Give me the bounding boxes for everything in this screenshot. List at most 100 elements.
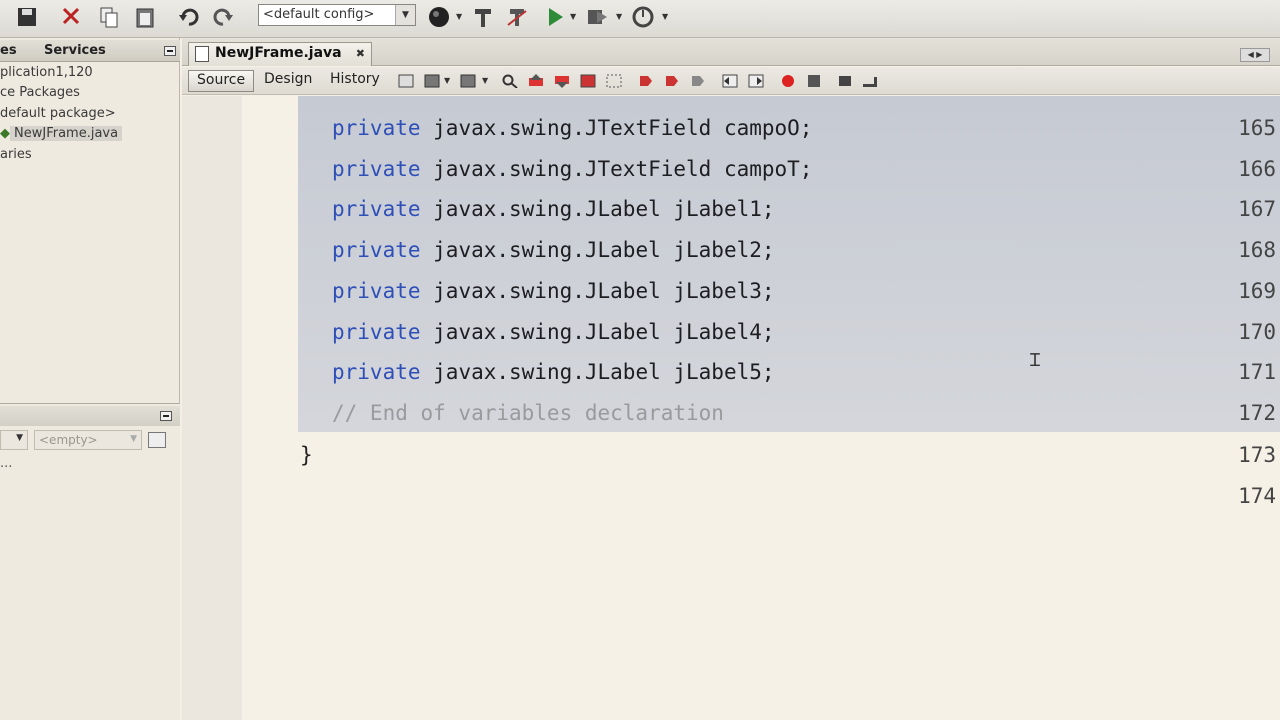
code-text: javax.swing.JLabel jLabel3;: [420, 279, 775, 303]
chevron-down-icon: ▼: [16, 433, 23, 443]
navigator-filter-select[interactable]: <empty> ▼: [34, 430, 142, 450]
toggle-bookmark-icon[interactable]: [690, 74, 706, 88]
line-number-gutter: [182, 96, 242, 720]
code-text: javax.swing.JTextField campoT;: [420, 157, 813, 181]
uncomment-icon[interactable]: [862, 74, 878, 88]
clean-build-icon[interactable]: [504, 4, 530, 30]
cut-icon[interactable]: [58, 4, 84, 30]
java-file-icon: ◆: [0, 126, 10, 141]
keyword: private: [332, 238, 421, 262]
comment-line[interactable]: // End of variables declaration: [332, 401, 724, 425]
forward-icon[interactable]: [460, 74, 476, 88]
line-number: 166: [1238, 157, 1276, 181]
code-line[interactable]: private javax.swing.JLabel jLabel5;: [332, 360, 775, 384]
back-icon[interactable]: [424, 74, 440, 88]
line-number: 172: [1238, 401, 1276, 425]
globe-dropdown-icon[interactable]: ▼: [456, 12, 462, 21]
line-number: 169: [1238, 279, 1276, 303]
tab-source[interactable]: Source: [188, 70, 255, 92]
code-line[interactable]: private javax.swing.JLabel jLabel3;: [332, 279, 775, 303]
projects-panel: es Services plication1,120 ce Packages d…: [0, 38, 180, 720]
main-toolbar: <default config> ▼ ▼ ▼ ▼ ▼: [0, 0, 1280, 38]
code-line[interactable]: private javax.swing.JLabel jLabel1;: [332, 197, 775, 221]
navigator-options-icon[interactable]: [148, 432, 166, 448]
forward-dropdown-icon[interactable]: ▼: [482, 76, 488, 85]
tree-item-default-package[interactable]: default package>: [0, 106, 116, 121]
tree-item-source-packages[interactable]: ce Packages: [0, 85, 80, 100]
panel-tabs: es Services: [0, 40, 180, 62]
code-line[interactable]: private javax.swing.JTextField campoO;: [332, 116, 812, 140]
keyword: private: [332, 360, 421, 384]
profile-dropdown-icon[interactable]: ▼: [662, 12, 668, 21]
navigator-view-select[interactable]: ▼: [0, 430, 28, 450]
code-text: javax.swing.JLabel jLabel4;: [420, 320, 775, 344]
code-text: javax.swing.JLabel jLabel5;: [420, 360, 775, 384]
chevron-down-icon[interactable]: ▼: [395, 5, 415, 25]
toggle-rect-select-icon[interactable]: [606, 74, 622, 88]
debug-dropdown-icon[interactable]: ▼: [616, 12, 622, 21]
shift-left-icon[interactable]: [722, 74, 738, 88]
search-icon[interactable]: [502, 74, 518, 88]
code-line[interactable]: private javax.swing.JLabel jLabel2;: [332, 238, 775, 262]
navigator-ellipsis: ...: [0, 456, 13, 471]
paste-icon[interactable]: [132, 4, 158, 30]
keyword: private: [332, 116, 421, 140]
keyword: private: [332, 197, 421, 221]
java-file-icon: [195, 46, 209, 62]
toggle-highlight-icon[interactable]: [580, 74, 596, 88]
tab-history[interactable]: History: [322, 70, 388, 92]
chevron-down-icon: ▼: [130, 434, 137, 444]
editor-area: NewJFrame.java ✖ ◀ ▶ Source Design Histo…: [182, 38, 1280, 720]
config-select-value: <default config>: [263, 7, 375, 22]
navigator-minimize-icon[interactable]: [160, 411, 172, 421]
line-number: 171: [1238, 360, 1276, 384]
keyword: private: [332, 320, 421, 344]
run-icon[interactable]: [542, 4, 568, 30]
navigator-panel: ▼ <empty> ▼ ...: [0, 403, 180, 720]
tab-services[interactable]: Services: [44, 43, 106, 58]
run-dropdown-icon[interactable]: ▼: [570, 12, 576, 21]
back-dropdown-icon[interactable]: ▼: [444, 76, 450, 85]
globe-icon[interactable]: [426, 4, 452, 30]
code-line[interactable]: private javax.swing.JTextField campoT;: [332, 157, 812, 181]
tree-item-libraries[interactable]: aries: [0, 147, 32, 162]
tab-design[interactable]: Design: [256, 70, 320, 92]
debug-icon[interactable]: [584, 4, 610, 30]
next-bookmark-icon[interactable]: [664, 74, 680, 88]
tree-item-newjframe[interactable]: NewJFrame.java: [10, 126, 123, 141]
config-select[interactable]: <default config> ▼: [258, 4, 416, 26]
closing-brace[interactable]: }: [300, 443, 313, 467]
text-cursor-icon: Ɪ: [1030, 350, 1041, 371]
code-text: javax.swing.JLabel jLabel1;: [420, 197, 775, 221]
find-next-icon[interactable]: [554, 74, 570, 88]
start-macro-recording-icon[interactable]: [780, 74, 796, 88]
line-number: 165: [1238, 116, 1276, 140]
tab-files[interactable]: es: [0, 43, 17, 58]
close-icon[interactable]: ✖: [356, 47, 365, 60]
undo-icon[interactable]: [176, 4, 202, 30]
shift-right-icon[interactable]: [748, 74, 764, 88]
line-number: 168: [1238, 238, 1276, 262]
previous-bookmark-icon[interactable]: [638, 74, 654, 88]
line-number: 174: [1238, 484, 1276, 508]
file-tab-strip: NewJFrame.java ✖ ◀ ▶: [182, 38, 1280, 66]
profile-icon[interactable]: [630, 4, 656, 30]
file-tab-label: NewJFrame.java: [215, 45, 342, 61]
copy-icon[interactable]: [96, 4, 122, 30]
save-all-icon[interactable]: [14, 4, 40, 30]
line-number: 170: [1238, 320, 1276, 344]
file-tab-newjframe[interactable]: NewJFrame.java ✖: [188, 42, 372, 66]
tree-item-project[interactable]: plication1,120: [0, 65, 93, 80]
minimize-icon[interactable]: [164, 46, 176, 56]
last-edit-icon[interactable]: [398, 74, 414, 88]
comment-icon[interactable]: [838, 74, 854, 88]
redo-icon[interactable]: [210, 4, 236, 30]
code-text: javax.swing.JTextField campoO;: [420, 116, 813, 140]
keyword: private: [332, 279, 421, 303]
find-previous-icon[interactable]: [528, 74, 544, 88]
editor-toolbar: Source Design History ▼ ▼: [182, 67, 1280, 95]
tab-scroll-arrows-icon[interactable]: ◀ ▶: [1240, 48, 1270, 62]
code-line[interactable]: private javax.swing.JLabel jLabel4;: [332, 320, 775, 344]
build-icon[interactable]: [470, 4, 496, 30]
stop-macro-recording-icon[interactable]: [806, 74, 822, 88]
